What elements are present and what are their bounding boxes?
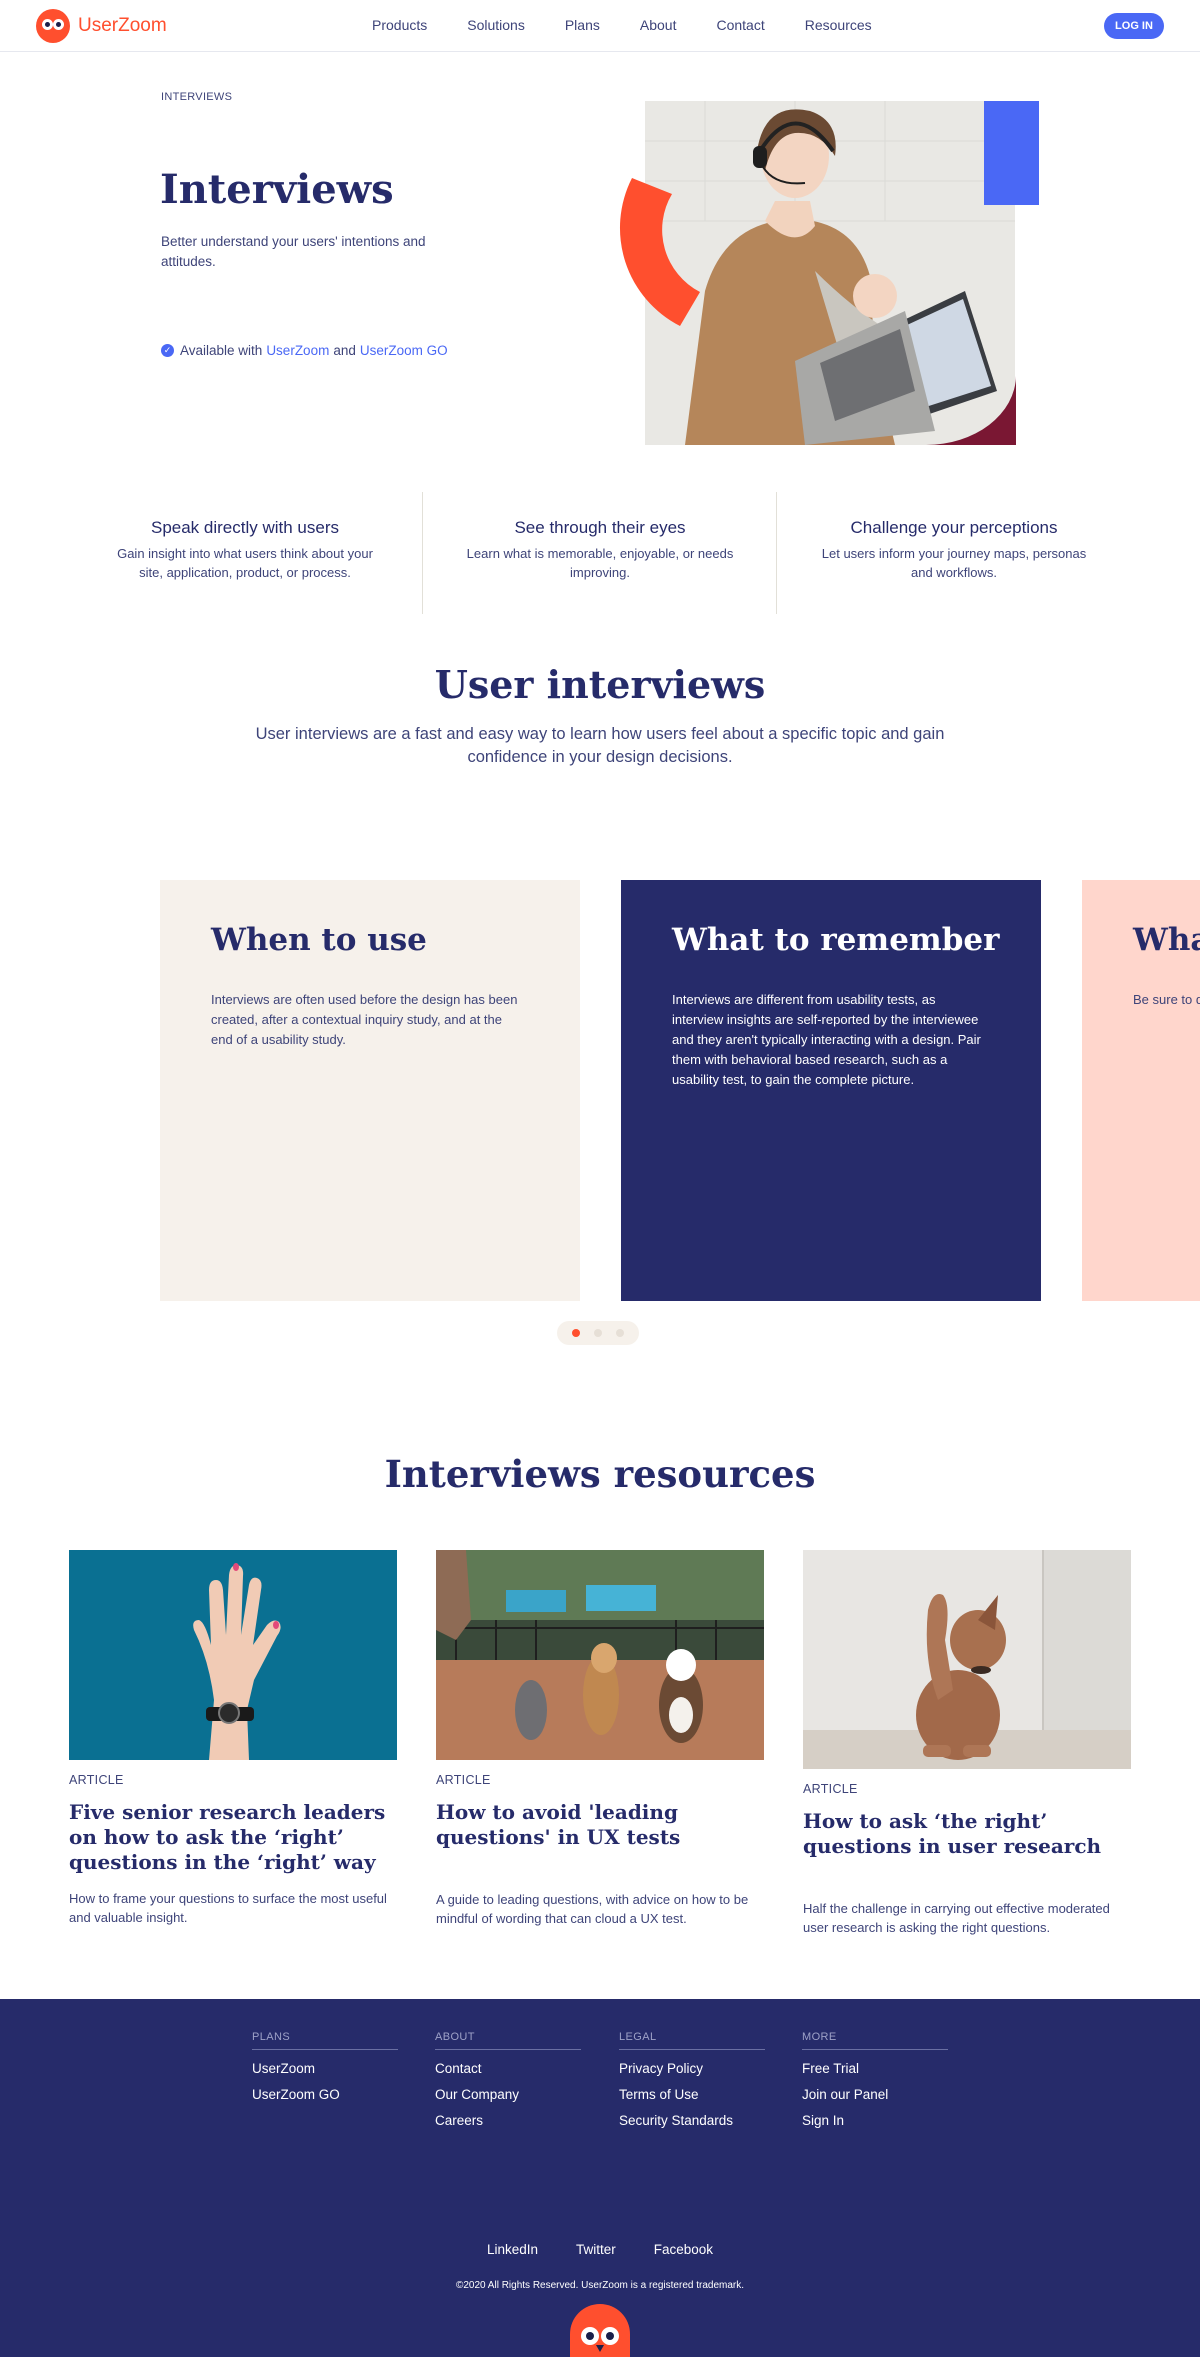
social-facebook[interactable]: Facebook (654, 2242, 713, 2257)
section-title-resources: Interviews resources (384, 1452, 816, 1496)
nav-about[interactable]: About (640, 17, 677, 33)
feature-title: See through their eyes (514, 518, 686, 537)
availability-and: and (333, 343, 356, 358)
social-linkedin[interactable]: LinkedIn (487, 2242, 538, 2257)
footer-link[interactable]: Privacy Policy (619, 2061, 765, 2076)
check-circle-icon: ✓ (161, 344, 174, 357)
resource-tag: ARTICLE (69, 1773, 124, 1787)
carousel-card-when-to-use: When to use Interviews are often used be… (160, 880, 580, 1301)
footer-link[interactable]: Terms of Use (619, 2087, 765, 2102)
footer-column-heading: PLANS (252, 2031, 398, 2050)
feature-text: Let users inform your journey maps, pers… (821, 546, 1087, 580)
page-eyebrow: INTERVIEWS (161, 91, 233, 103)
page-title: Interviews (160, 166, 394, 213)
feature-title: Challenge your perceptions (850, 518, 1058, 537)
resource-text: A guide to leading questions, with advic… (436, 1892, 749, 1926)
feature-speak-directly: Speak directly with users Gain insight i… (80, 492, 410, 614)
feature-divider (776, 492, 777, 614)
footer-column-heading: ABOUT (435, 2031, 581, 2050)
nav-plans[interactable]: Plans (565, 17, 600, 33)
carousel-card-what-to-remember: What to remember Interviews are differen… (621, 880, 1041, 1301)
carousel-card-partial[interactable]: Wha Be sure to questions y to anticipa u… (1082, 880, 1200, 1301)
resource-card-3[interactable]: ARTICLE How to ask ‘the right’ questions… (803, 1550, 1131, 1937)
main-nav: Products Solutions Plans About Contact R… (372, 17, 912, 33)
availability-prefix: Available with (180, 343, 263, 358)
feature-title: Speak directly with users (150, 518, 340, 537)
footer-link[interactable]: UserZoom GO (252, 2087, 398, 2102)
feature-see-through-eyes: See through their eyes Learn what is mem… (435, 492, 765, 614)
footer-column-plans: PLANS UserZoom UserZoom GO (252, 2031, 398, 2102)
card-title: Wha (1133, 922, 1200, 958)
feature-text: Gain insight into what users think about… (117, 546, 373, 580)
resource-card-2[interactable]: ARTICLE How to avoid 'leading questions'… (436, 1550, 764, 1928)
card-title: What to remember (672, 922, 1000, 958)
feature-challenge-perceptions: Challenge your perceptions Let users inf… (789, 492, 1119, 614)
footer-link[interactable]: Security Standards (619, 2113, 765, 2128)
hero-illustration (600, 96, 1060, 456)
footer-column-about: ABOUT Contact Our Company Careers (435, 2031, 581, 2128)
footer-link[interactable]: Free Trial (802, 2061, 948, 2076)
card-text: Interviews are different from usability … (672, 992, 981, 1087)
resource-image-hand[interactable] (69, 1550, 397, 1760)
card-title: When to use (211, 922, 427, 958)
brand-name: UserZoom (78, 15, 167, 36)
resource-title[interactable]: Five senior research leaders on how to a… (69, 1800, 397, 1875)
resource-card-1[interactable]: ARTICLE Five senior research leaders on … (69, 1550, 397, 1927)
resource-image-dog-paw[interactable] (803, 1550, 1131, 1769)
nav-products[interactable]: Products (372, 17, 427, 33)
footer-link[interactable]: Our Company (435, 2087, 581, 2102)
decorative-shapes (619, 101, 1039, 445)
footer-column-heading: LEGAL (619, 2031, 765, 2050)
resource-image-dogs[interactable] (436, 1550, 764, 1760)
card-text: Be sure to questions y to anticipa up qu… (1133, 992, 1200, 1007)
nav-contact[interactable]: Contact (716, 17, 764, 33)
carousel-pagination (557, 1321, 639, 1345)
carousel-dot-2[interactable] (594, 1329, 602, 1337)
resource-title[interactable]: How to avoid 'leading questions' in UX t… (436, 1800, 764, 1850)
availability-line: ✓ Available with UserZoom and UserZoom G… (161, 343, 452, 358)
social-twitter[interactable]: Twitter (576, 2242, 616, 2257)
userzoom-link[interactable]: UserZoom (266, 343, 329, 358)
nav-solutions[interactable]: Solutions (467, 17, 525, 33)
hero-subtitle: Better understand your users' intentions… (161, 234, 426, 269)
resource-tag: ARTICLE (436, 1773, 491, 1787)
footer-column-more: MORE Free Trial Join our Panel Sign In (802, 2031, 948, 2128)
footer-column-heading: MORE (802, 2031, 948, 2050)
carousel-dot-3[interactable] (616, 1329, 624, 1337)
section-title-user-interviews: User interviews (434, 662, 766, 707)
footer-link[interactable]: Careers (435, 2113, 581, 2128)
footer-column-legal: LEGAL Privacy Policy Terms of Use Securi… (619, 2031, 765, 2128)
card-text: Interviews are often used before the des… (211, 992, 518, 1047)
resource-text: Half the challenge in carrying out effec… (803, 1901, 1110, 1935)
site-header: UserZoom Products Solutions Plans About … (0, 0, 1200, 52)
brand-logo[interactable]: UserZoom (36, 9, 167, 43)
owl-logo-icon (36, 9, 70, 43)
copyright: ©2020 All Rights Reserved. UserZoom is a… (455, 2280, 745, 2291)
footer-link[interactable]: UserZoom (252, 2061, 398, 2076)
footer-link[interactable]: Sign In (802, 2113, 948, 2128)
feature-divider (422, 492, 423, 614)
site-footer: PLANS UserZoom UserZoom GO ABOUT Contact… (0, 1999, 1200, 2357)
resource-tag: ARTICLE (803, 1782, 858, 1796)
footer-link[interactable]: Contact (435, 2061, 581, 2076)
userzoom-go-link[interactable]: UserZoom GO (360, 343, 448, 358)
owl-mascot-icon (570, 2304, 630, 2357)
section-subtitle-user-interviews: User interviews are a fast and easy way … (255, 725, 945, 766)
social-links: LinkedIn Twitter Facebook (0, 2242, 1200, 2257)
footer-link[interactable]: Join our Panel (802, 2087, 948, 2102)
nav-resources[interactable]: Resources (805, 17, 872, 33)
carousel-dot-1[interactable] (572, 1329, 580, 1337)
feature-text: Learn what is memorable, enjoyable, or n… (466, 546, 734, 580)
login-button[interactable]: LOG IN (1104, 13, 1164, 39)
resource-title[interactable]: How to ask ‘the right’ questions in user… (803, 1809, 1131, 1859)
resource-text: How to frame your questions to surface t… (69, 1891, 387, 1925)
